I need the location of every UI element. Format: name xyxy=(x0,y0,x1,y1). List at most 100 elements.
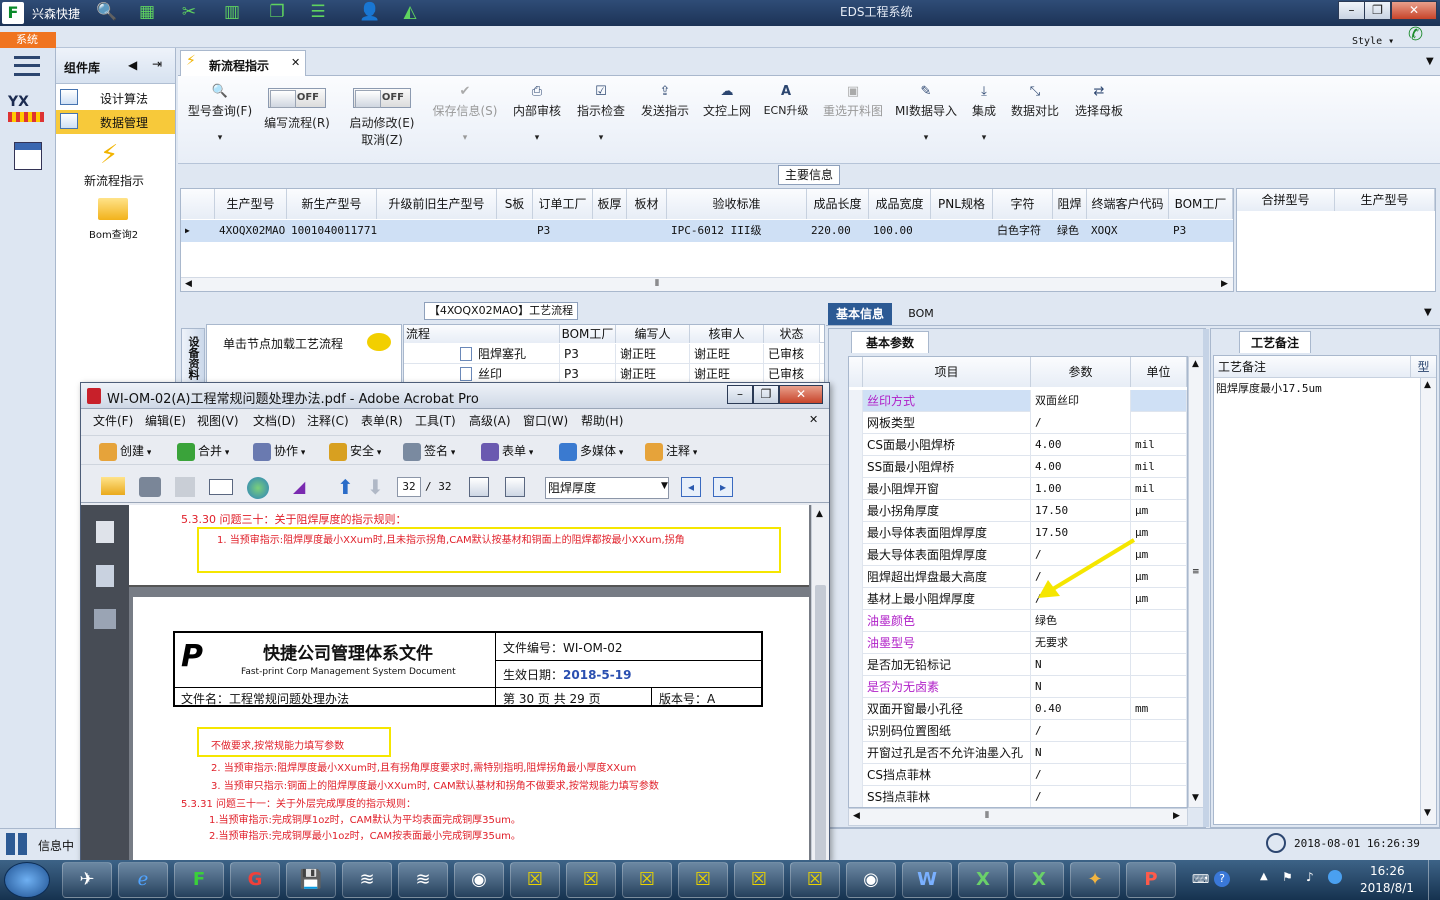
param-name[interactable]: 油墨颜色 xyxy=(863,610,1031,632)
pdf-line-2[interactable]: 不做要求,按常规能力填写参数 xyxy=(211,737,344,752)
pdf-line-6[interactable]: 2.当预审指示:完成铜厚最小1oz时，CAM按表面最小完成铜厚35um。 xyxy=(209,827,521,842)
page-up-icon[interactable]: ⬆ xyxy=(337,475,354,499)
taskbar-app-pdf[interactable]: P xyxy=(1126,862,1176,898)
param-unit[interactable] xyxy=(1131,742,1187,764)
help-icon[interactable]: ? xyxy=(1214,871,1230,887)
param-name[interactable]: 识别码位置图纸 xyxy=(863,720,1031,742)
pages-icon[interactable] xyxy=(96,521,114,543)
style-dropdown[interactable]: Style ▾ xyxy=(1352,36,1394,47)
param-value[interactable]: 双面丝印 xyxy=(1031,390,1131,412)
param-value[interactable]: 4.00 xyxy=(1031,456,1131,478)
table-cell[interactable]: 100.00 xyxy=(869,220,931,242)
save-icon[interactable] xyxy=(175,477,195,497)
param-unit[interactable] xyxy=(1131,390,1187,412)
tab-bom[interactable]: BOM xyxy=(896,303,946,325)
show-desktop-button[interactable] xyxy=(1428,860,1440,900)
param-value[interactable]: / xyxy=(1031,412,1131,434)
hamburger-icon[interactable] xyxy=(14,56,40,76)
acrobat-close-button[interactable]: ✕ xyxy=(779,385,823,404)
param-unit[interactable] xyxy=(1131,786,1187,807)
email-icon[interactable] xyxy=(209,479,233,495)
grid-icon[interactable] xyxy=(6,833,28,855)
column-header[interactable]: 新生产型号 xyxy=(287,189,377,219)
equipment-side-tab[interactable]: 设备资料 xyxy=(181,328,205,388)
multimedia-button[interactable]: 多媒体 ▾ xyxy=(559,439,623,463)
param-value[interactable]: 0.40 xyxy=(1031,698,1131,720)
param-name[interactable]: 油墨型号 xyxy=(863,632,1031,654)
taskbar-app-x4[interactable]: ☒ xyxy=(678,862,728,898)
globe-icon[interactable] xyxy=(247,477,269,499)
table-row[interactable]: 识别码位置图纸 / xyxy=(849,720,1187,742)
param-unit[interactable]: μm xyxy=(1131,500,1187,522)
column-header[interactable]: 板材 xyxy=(627,189,667,219)
taskbar-app-files2[interactable]: ≋ xyxy=(398,862,448,898)
combine-button[interactable]: 合并 ▾ xyxy=(177,439,229,463)
pdf-vertical-scrollbar[interactable]: ▲ xyxy=(811,505,829,861)
table-row[interactable]: 是否为无卤素 N xyxy=(849,676,1187,698)
maximize-button[interactable]: ❐ xyxy=(1364,1,1391,20)
table-cell[interactable]: 10010400117719 xyxy=(287,220,377,242)
horizontal-scrollbar[interactable]: ◀ ⦀ ▶ xyxy=(181,277,1233,291)
calendar-icon[interactable] xyxy=(14,142,42,170)
param-value[interactable]: N xyxy=(1031,742,1131,764)
taskbar-app-save[interactable]: 💾 xyxy=(286,862,336,898)
table-row[interactable]: SS挡点菲林 / xyxy=(849,786,1187,807)
param-unit[interactable] xyxy=(1131,632,1187,654)
param-name[interactable]: 最大导体表面阻焊厚度 xyxy=(863,544,1031,566)
param-name[interactable]: 最小阻焊开窗 xyxy=(863,478,1031,500)
lightning-icon[interactable]: ⚡ xyxy=(100,140,118,170)
menu-item[interactable]: 编辑(E) xyxy=(145,411,186,431)
chart-icon[interactable]: ◭ xyxy=(397,2,423,24)
pdf-heading-2[interactable]: 5.3.31 问题三十一：关于外层完成厚度的指示规则： xyxy=(181,795,416,810)
table-cell[interactable]: XOQX xyxy=(1087,220,1169,242)
find-next-icon[interactable]: ▸ xyxy=(713,477,733,497)
tab-new-flow[interactable]: ⚡ 新流程指示 ✕ xyxy=(180,50,306,76)
model-query-button[interactable]: 🔍 型号查询(F) ▾ xyxy=(184,84,256,143)
column-header[interactable]: BOM工厂 xyxy=(560,325,616,343)
taskbar-app-x2[interactable]: ☒ xyxy=(566,862,616,898)
param-unit[interactable]: mil xyxy=(1131,434,1187,456)
column-header[interactable]: 项目 xyxy=(863,357,1031,387)
param-value[interactable]: N xyxy=(1031,676,1131,698)
send-instruction-button[interactable]: ⇪ 发送指示 xyxy=(636,84,694,119)
yx-logo-icon[interactable]: YX xyxy=(8,94,44,128)
open-folder-icon[interactable] xyxy=(101,477,125,495)
param-unit[interactable]: mil xyxy=(1131,478,1187,500)
tray-expand-icon[interactable]: ▲ xyxy=(1260,871,1268,882)
table-cell[interactable]: 4XOQX02MAO xyxy=(215,220,287,242)
select-master-button[interactable]: ⇄ 选择母板 xyxy=(1070,84,1128,119)
component-item-design[interactable]: 设计算法 xyxy=(56,86,175,110)
edit-flow-toggle[interactable]: OFF 编写流程(R) xyxy=(258,88,336,131)
collapse-left-icon[interactable]: ◀ xyxy=(128,58,137,72)
table-cell[interactable]: 220.00 xyxy=(807,220,869,242)
network-icon[interactable]: ⚑ xyxy=(1282,870,1293,884)
param-name[interactable]: 阻焊超出焊盘最大高度 xyxy=(863,566,1031,588)
pdf-line-1[interactable]: 1. 当预审指示:阻焊厚度最小XXum时,且未指示拐角,CAM默认按基材和铜面上… xyxy=(217,531,685,546)
column-header[interactable]: 编写人 xyxy=(616,325,690,343)
table-cell[interactable]: IPC-6012 III级 xyxy=(667,220,807,242)
tab-process-notes[interactable]: 工艺备注 xyxy=(1239,331,1311,353)
table-row[interactable]: CS挡点菲林 / xyxy=(849,764,1187,786)
pin-icon[interactable]: ⇥ xyxy=(152,57,162,71)
param-unit[interactable]: mm xyxy=(1131,698,1187,720)
system-menu-button[interactable]: 系统 xyxy=(0,32,56,48)
pdf-line-4[interactable]: 3. 当预审只指示:铜面上的阻焊厚度最小XXum时, CAM默认基材和拐角不做要… xyxy=(211,777,659,792)
column-header[interactable]: 成品长度 xyxy=(807,189,869,219)
search-input[interactable]: 阻焊厚度 xyxy=(545,477,669,499)
param-name[interactable]: 最小导体表面阻焊厚度 xyxy=(863,522,1031,544)
param-name[interactable]: CS挡点菲林 xyxy=(863,764,1031,786)
table-row[interactable]: 最小拐角厚度 17.50 μm xyxy=(849,500,1187,522)
column-header[interactable]: 板厚 xyxy=(593,189,627,219)
param-name[interactable]: 双面开窗最小孔径 xyxy=(863,698,1031,720)
param-value[interactable]: / xyxy=(1031,764,1131,786)
component-item-data[interactable]: 数据管理 xyxy=(56,110,175,134)
taskbar-app-shell[interactable]: ✦ xyxy=(1070,862,1120,898)
start-button[interactable] xyxy=(4,862,50,898)
table-cell[interactable]: P3 xyxy=(533,220,593,242)
column-header[interactable]: 字符 xyxy=(993,189,1053,219)
edit-image-icon[interactable]: ◢ xyxy=(293,477,305,496)
table-row[interactable]: 最小阻焊开窗 1.00 mil xyxy=(849,478,1187,500)
signatures-icon[interactable] xyxy=(94,609,116,629)
forms-button[interactable]: 表单 ▾ xyxy=(481,439,533,463)
table-row[interactable]: 油墨颜色 绿色 xyxy=(849,610,1187,632)
